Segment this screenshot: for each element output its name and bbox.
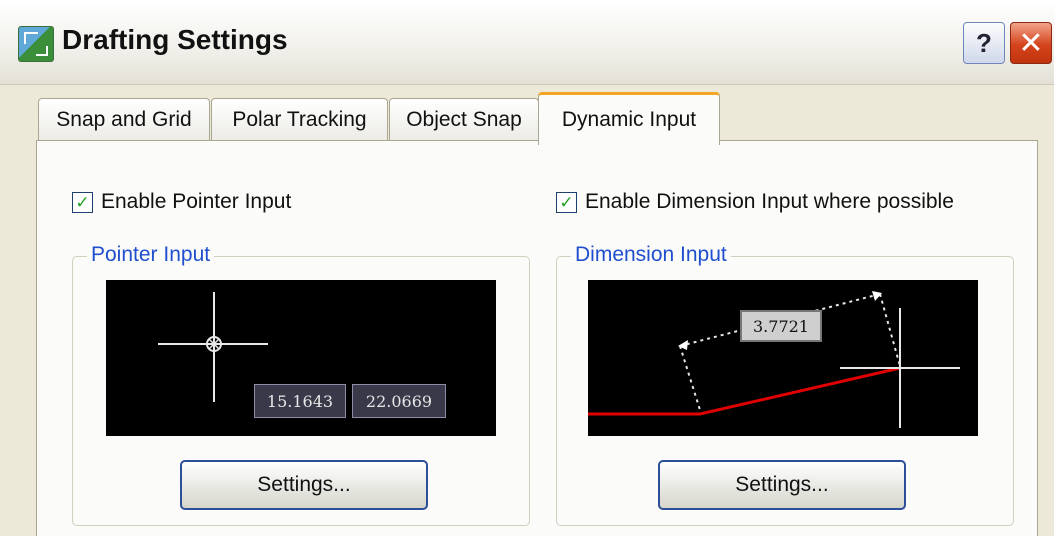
pointer-settings-button[interactable]: Settings... (180, 460, 428, 510)
pointer-input-group-title: Pointer Input (87, 243, 215, 267)
pointer-input-preview: 15.1643 22.0669 (106, 280, 496, 436)
close-icon: ✕ (1018, 26, 1044, 60)
dimension-preview-drawing (588, 291, 960, 428)
help-icon: ? (976, 27, 992, 58)
enable-pointer-input-label: Enable Pointer Input (101, 190, 292, 213)
drafting-settings-icon (18, 26, 54, 62)
checkmark-icon: ✓ (72, 191, 93, 213)
close-button[interactable]: ✕ (1010, 22, 1052, 64)
dimension-value-box: 3.7721 (740, 310, 822, 342)
dimension-settings-button[interactable]: Settings... (658, 460, 906, 510)
title-bar[interactable]: Drafting Settings ? ✕ (0, 0, 1054, 85)
checkmark-icon: ✓ (556, 191, 577, 213)
pointer-x-coordinate: 15.1643 (254, 384, 346, 418)
help-button[interactable]: ? (963, 22, 1005, 64)
enable-dimension-input-checkbox[interactable]: ✓ Enable Dimension Input where possible (556, 190, 954, 214)
enable-pointer-input-checkbox[interactable]: ✓ Enable Pointer Input (72, 190, 291, 214)
tab-polar-tracking[interactable]: Polar Tracking (211, 98, 388, 141)
dimension-input-group-title: Dimension Input (571, 243, 731, 267)
dimension-input-preview: 3.7721 (588, 280, 978, 436)
tab-snap-and-grid[interactable]: Snap and Grid (38, 98, 210, 141)
tab-dynamic-input[interactable]: Dynamic Input (538, 92, 720, 145)
pointer-y-coordinate: 22.0669 (352, 384, 446, 418)
window-title: Drafting Settings (62, 24, 288, 55)
enable-dimension-input-label: Enable Dimension Input where possible (585, 190, 954, 213)
drafting-settings-dialog: Drafting Settings ? ✕ Snap and Grid Pola… (0, 0, 1054, 536)
dimension-line (588, 366, 901, 416)
tab-object-snap[interactable]: Object Snap (389, 98, 539, 141)
